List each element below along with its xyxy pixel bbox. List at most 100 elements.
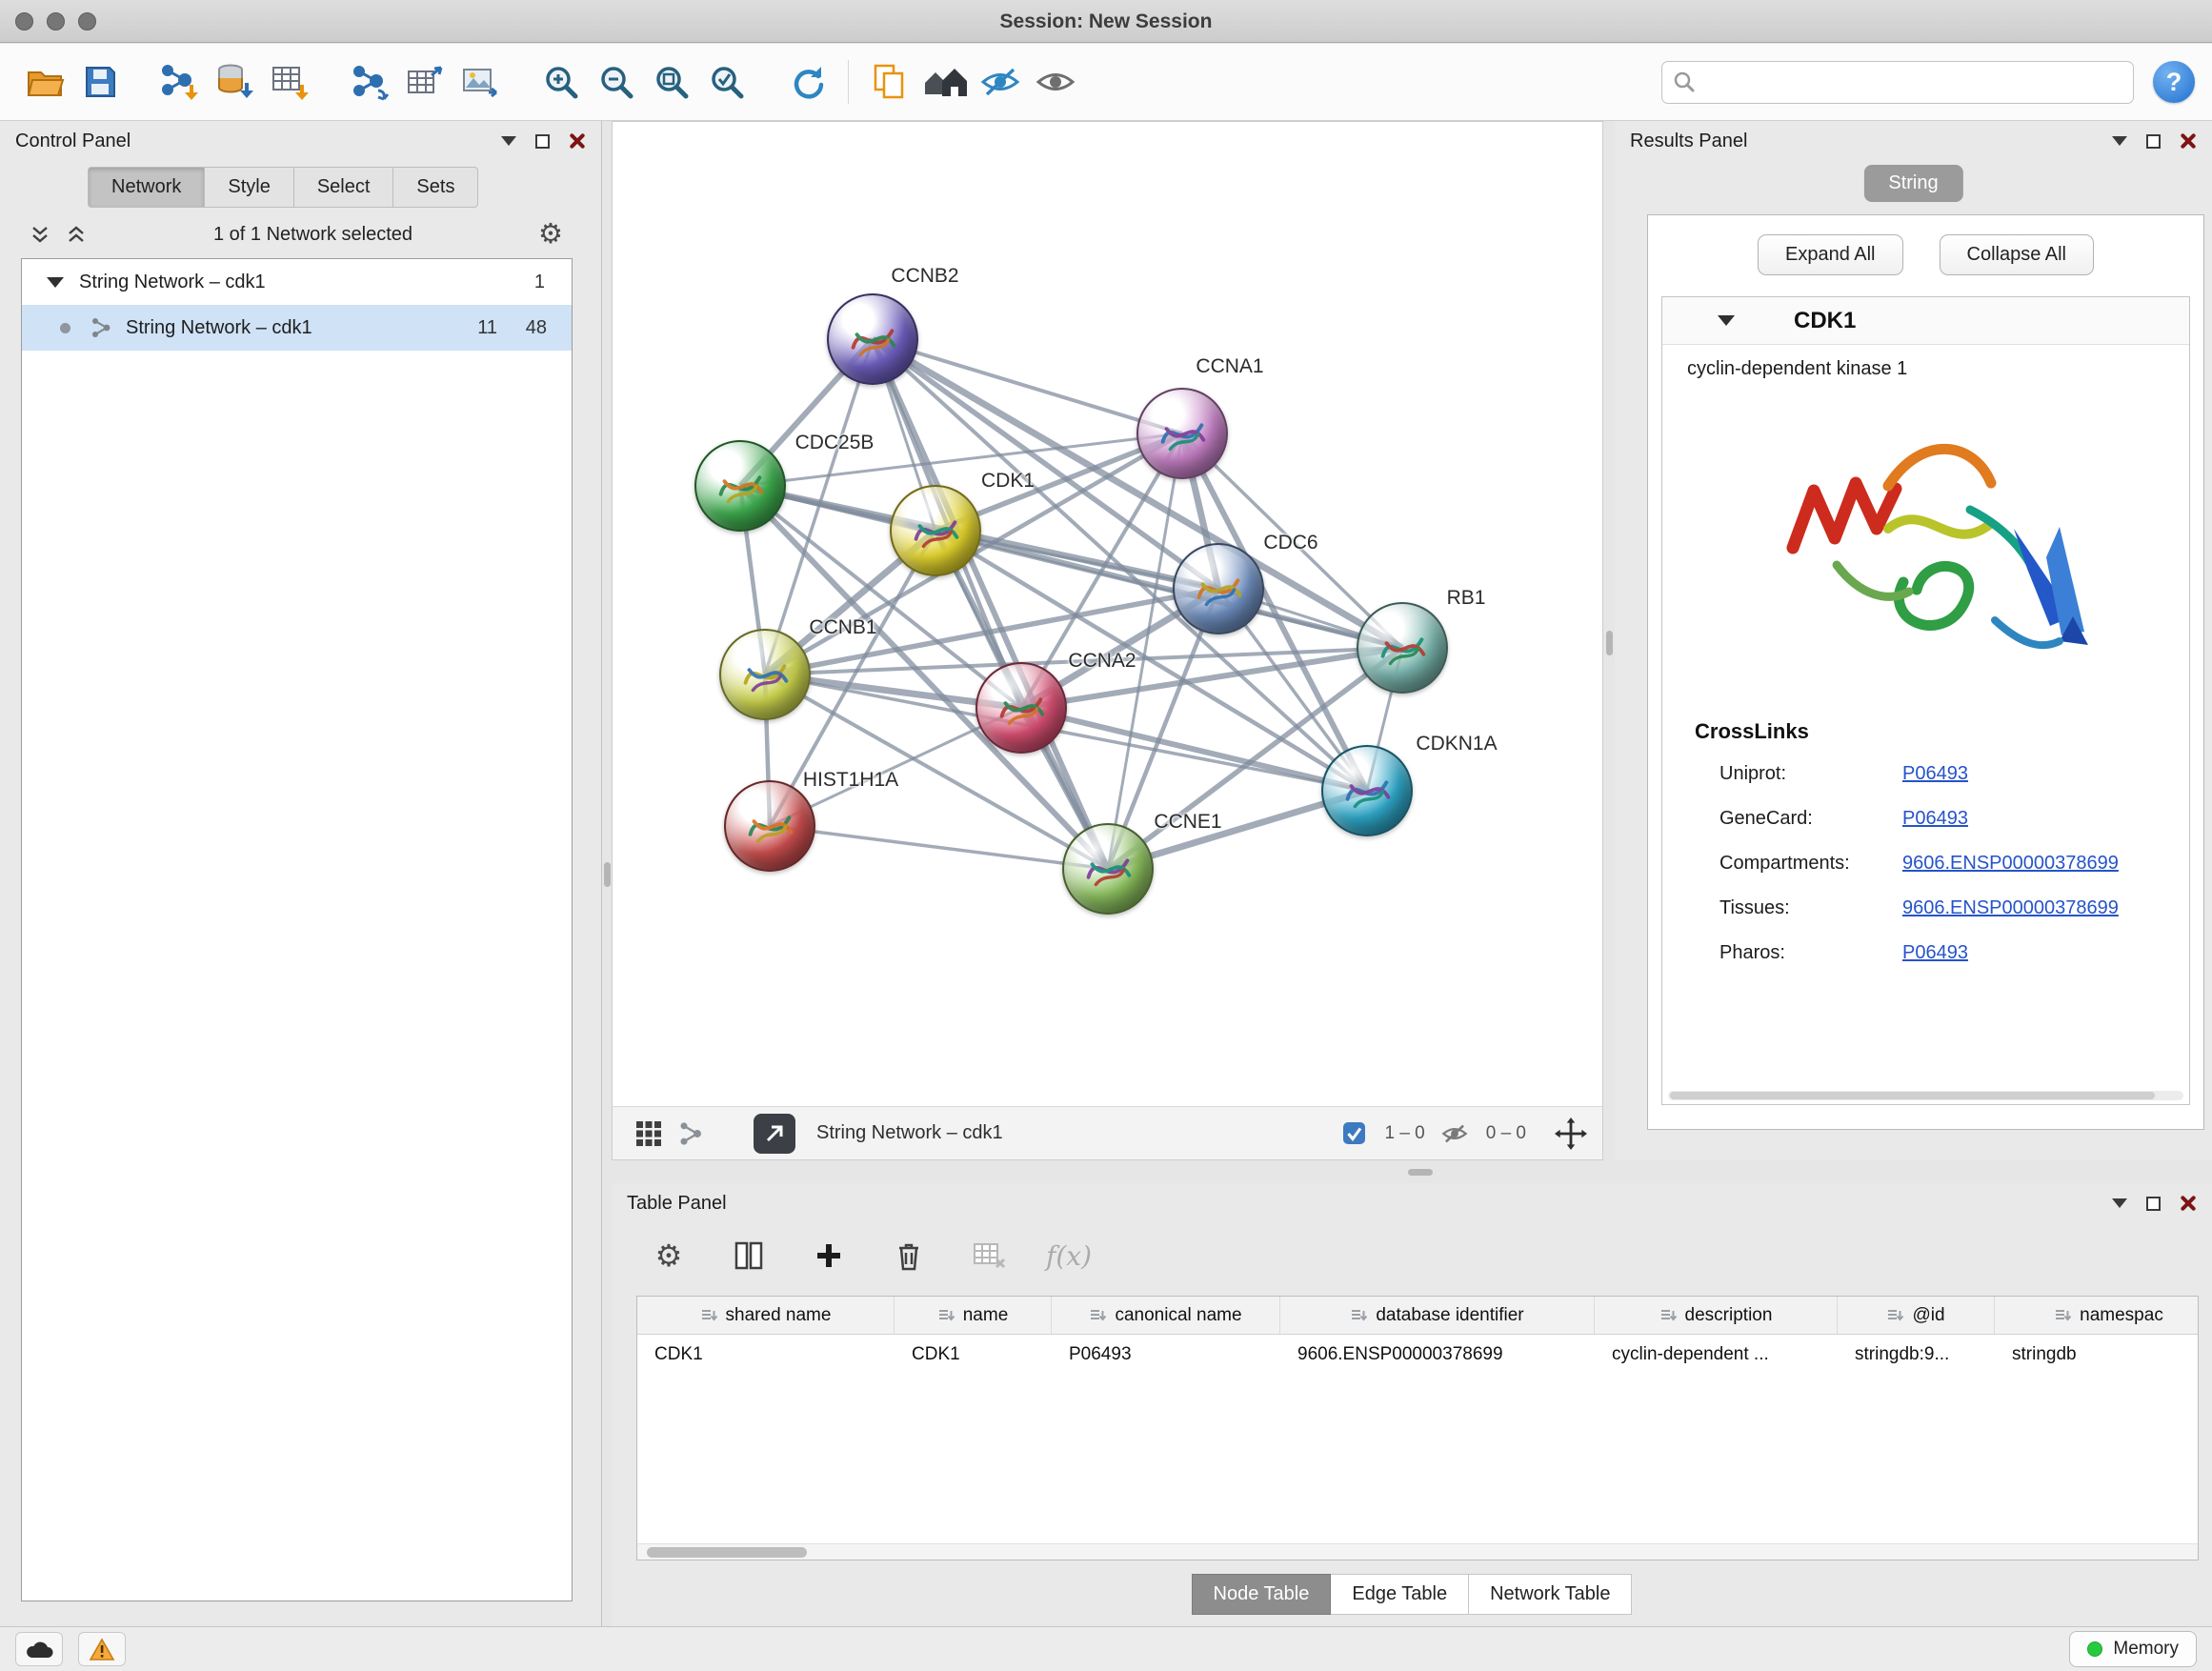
table-cell[interactable]: CDK1 (895, 1335, 1052, 1377)
warnings-button[interactable] (78, 1632, 126, 1666)
panel-menu-icon[interactable] (2112, 136, 2127, 146)
column-header[interactable]: @id (1838, 1297, 1995, 1334)
tab-edge-table[interactable]: Edge Table (1331, 1574, 1469, 1615)
tab-style[interactable]: Style (205, 167, 293, 208)
tab-network[interactable]: Network (88, 167, 205, 208)
search-input[interactable] (1661, 61, 2134, 104)
network-node-hist1h1a[interactable] (724, 780, 815, 872)
copy-button[interactable] (862, 53, 917, 111)
save-session-button[interactable] (72, 53, 128, 111)
network-node-ccnb2[interactable] (827, 293, 918, 385)
network-node-cdkn1a[interactable] (1321, 745, 1413, 836)
table-cell[interactable]: stringdb (1995, 1335, 2199, 1377)
tab-node-table[interactable]: Node Table (1192, 1574, 1332, 1615)
column-header[interactable]: namespac (1995, 1297, 2199, 1334)
zoom-in-button[interactable] (533, 53, 589, 111)
show-hidden-button[interactable] (1028, 53, 1083, 111)
tab-select[interactable]: Select (294, 167, 394, 208)
cloud-status-button[interactable] (15, 1632, 63, 1666)
export-view-button[interactable] (754, 1114, 795, 1154)
tab-string[interactable]: String (1863, 165, 1962, 202)
table-horizontal-scrollbar[interactable] (637, 1543, 2198, 1560)
column-header[interactable]: name (895, 1297, 1052, 1334)
apply-layout-button[interactable] (779, 53, 835, 111)
export-image-button[interactable] (453, 53, 509, 111)
crosslink-link[interactable]: P06493 (1902, 808, 1968, 830)
gene-entry-header[interactable]: CDK1 (1662, 297, 2189, 345)
collapse-all-icon[interactable] (29, 225, 51, 246)
network-node-cdc6[interactable] (1173, 543, 1264, 634)
crosslink-link[interactable]: 9606.ENSP00000378699 (1902, 853, 2119, 875)
table-cell[interactable]: 9606.ENSP00000378699 (1280, 1335, 1595, 1377)
selected-checkbox-icon[interactable] (1341, 1120, 1367, 1146)
table-cell[interactable]: stringdb:9... (1838, 1335, 1995, 1377)
crosslink-link[interactable]: 9606.ENSP00000378699 (1902, 897, 2119, 919)
float-panel-icon[interactable] (535, 134, 550, 149)
table-cell[interactable]: CDK1 (637, 1335, 895, 1377)
network-collection-row[interactable]: String Network – cdk1 1 (22, 259, 572, 305)
panel-menu-icon[interactable] (501, 136, 516, 146)
column-header[interactable]: database identifier (1280, 1297, 1595, 1334)
panel-menu-icon[interactable] (2112, 1198, 2127, 1208)
float-panel-icon[interactable] (2146, 1197, 2161, 1211)
horizontal-splitter-handle[interactable] (1408, 1169, 1433, 1176)
new-network-button[interactable] (343, 53, 398, 111)
column-header[interactable]: shared name (637, 1297, 895, 1334)
entry-scrollbar[interactable] (1668, 1091, 2183, 1100)
create-column-button[interactable] (808, 1235, 850, 1277)
zoom-selected-button[interactable] (699, 53, 754, 111)
zoom-out-button[interactable] (589, 53, 644, 111)
import-table-from-file-button[interactable] (263, 53, 318, 111)
column-header[interactable]: description (1595, 1297, 1838, 1334)
network-node-rb1[interactable] (1357, 602, 1448, 694)
center-view-crosshair-icon[interactable] (1555, 1117, 1587, 1150)
close-panel-icon[interactable] (569, 132, 586, 150)
function-builder-button[interactable]: f(x) (1048, 1235, 1090, 1277)
table-row[interactable]: CDK1CDK1P064939606.ENSP00000378699cyclin… (637, 1335, 2198, 1377)
column-header[interactable]: canonical name (1052, 1297, 1280, 1334)
network-edge[interactable] (873, 339, 1182, 433)
import-network-from-file-button[interactable] (152, 53, 208, 111)
expand-all-button[interactable]: Expand All (1758, 234, 1903, 275)
network-node-cdk1[interactable] (890, 485, 981, 576)
zoom-fit-button[interactable] (644, 53, 699, 111)
memory-button[interactable]: Memory (2069, 1631, 2197, 1667)
network-node-ccne1[interactable] (1062, 823, 1154, 915)
string-home-button[interactable] (917, 53, 973, 111)
network-canvas[interactable]: CCNB2CCNA1CDC25BCDK1CDC6RB1CCNB1CCNA2CDK… (613, 122, 1602, 1106)
import-network-from-database-button[interactable] (208, 53, 263, 111)
tab-network-table[interactable]: Network Table (1469, 1574, 1632, 1615)
network-from-table-button[interactable] (398, 53, 453, 111)
collection-expander-icon[interactable] (47, 277, 64, 288)
vertical-splitter-handle[interactable] (604, 862, 611, 887)
open-session-button[interactable] (17, 53, 72, 111)
hide-selected-button[interactable] (973, 53, 1028, 111)
crosslink-link[interactable]: P06493 (1902, 942, 1968, 964)
network-edge[interactable] (873, 339, 1108, 869)
delete-column-button[interactable] (888, 1235, 930, 1277)
network-node-ccna1[interactable] (1136, 388, 1228, 479)
network-node-ccna2[interactable] (975, 662, 1067, 754)
crosslink-link[interactable]: P06493 (1902, 763, 1968, 785)
entry-expander-icon[interactable] (1718, 315, 1735, 326)
close-panel-icon[interactable] (2180, 1195, 2197, 1212)
help-button[interactable]: ? (2153, 61, 2195, 103)
network-overview-button[interactable] (670, 1113, 712, 1155)
show-columns-button[interactable] (728, 1235, 770, 1277)
tab-sets[interactable]: Sets (393, 167, 478, 208)
vertical-splitter-handle[interactable] (1606, 631, 1613, 655)
collapse-all-button[interactable]: Collapse All (1940, 234, 2095, 275)
table-cell[interactable]: cyclin-dependent ... (1595, 1335, 1838, 1377)
table-cell[interactable]: P06493 (1052, 1335, 1280, 1377)
network-edge[interactable] (770, 826, 1108, 869)
hidden-eye-slash-icon[interactable] (1440, 1121, 1469, 1146)
table-settings-button[interactable]: ⚙ (648, 1235, 690, 1277)
network-node-ccnb1[interactable] (719, 629, 811, 720)
float-panel-icon[interactable] (2146, 134, 2161, 149)
network-node-cdc25b[interactable] (694, 440, 786, 532)
close-panel-icon[interactable] (2180, 132, 2197, 150)
gear-icon[interactable]: ⚙ (538, 221, 563, 249)
expand-all-icon[interactable] (65, 225, 88, 246)
delete-table-button[interactable] (968, 1235, 1010, 1277)
birds-eye-view-button[interactable] (628, 1113, 670, 1155)
